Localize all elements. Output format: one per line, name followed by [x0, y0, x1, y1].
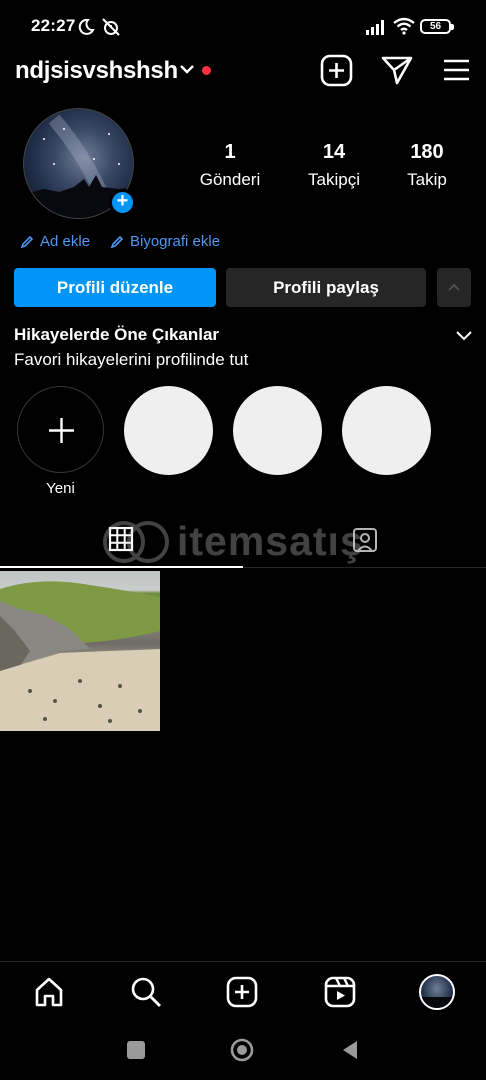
active-tab-indicator	[0, 566, 243, 568]
discover-people-button[interactable]	[437, 268, 471, 307]
highlight-placeholder	[233, 386, 322, 475]
chevron-up-icon	[448, 283, 460, 291]
highlights-subtitle: Favori hikayelerini profilinde tut	[14, 350, 249, 369]
search-icon[interactable]	[130, 976, 162, 1008]
watermark-logo	[103, 520, 169, 563]
reels-icon[interactable]	[324, 976, 356, 1008]
battery-icon: 56	[420, 19, 454, 34]
stat-label: Takip	[407, 170, 447, 189]
battery-level: 56	[429, 21, 442, 32]
profile-tab-avatar[interactable]	[419, 974, 455, 1010]
home-button-icon[interactable]	[230, 1038, 254, 1062]
watermark-text: itemsatış	[177, 518, 364, 564]
signal-icon	[366, 20, 384, 35]
highlights-title: Hikayelerde Öne Çıkanlar	[14, 325, 220, 344]
bottom-nav-divider	[0, 961, 486, 962]
status-time: 22:27	[31, 16, 76, 35]
stat-followers[interactable]: 14 Takipçi	[289, 141, 379, 190]
chevron-down-icon[interactable]	[455, 329, 473, 341]
do-not-disturb-moon-icon	[78, 18, 95, 35]
username[interactable]: ndjsisvshshsh	[15, 57, 178, 85]
notification-dot	[202, 66, 211, 75]
beach-photo	[0, 581, 160, 731]
new-post-icon[interactable]	[226, 976, 258, 1008]
wifi-icon	[393, 17, 415, 35]
stat-label: Takipçi	[308, 170, 360, 189]
muted-alarm-icon	[102, 18, 120, 36]
post-thumbnail[interactable]	[0, 571, 160, 731]
create-post-icon[interactable]	[320, 54, 353, 87]
stat-value: 180	[410, 141, 444, 163]
new-highlight-label: Yeni	[46, 480, 75, 497]
recent-apps-icon[interactable]	[127, 1041, 145, 1059]
chevron-down-icon[interactable]	[179, 63, 195, 75]
add-name-link[interactable]: Ad ekle	[19, 233, 90, 250]
stat-label: Gönderi	[199, 170, 261, 189]
plus-icon	[49, 418, 74, 443]
back-icon[interactable]	[340, 1040, 360, 1060]
stat-posts[interactable]: 1 Gönderi	[185, 141, 275, 190]
add-bio-label: Biyografi ekle	[130, 233, 221, 250]
stat-value: 1	[224, 141, 236, 163]
highlight-placeholder	[342, 386, 431, 475]
edit-profile-button[interactable]: Profili düzenle	[14, 268, 216, 307]
direct-message-icon[interactable]	[381, 55, 413, 85]
add-name-label: Ad ekle	[40, 233, 91, 250]
add-bio-link[interactable]: Biyografi ekle	[109, 233, 220, 250]
avatar-ground	[421, 996, 453, 1008]
stat-following[interactable]: 180 Takip	[382, 141, 472, 190]
watermark: itemsatış	[103, 518, 364, 565]
new-highlight-button[interactable]	[17, 386, 104, 473]
pencil-icon	[110, 235, 124, 248]
share-profile-button[interactable]: Profili paylaş	[226, 268, 426, 307]
add-story-plus-icon[interactable]: +	[109, 189, 136, 216]
highlight-placeholder	[124, 386, 213, 475]
stat-value: 14	[322, 141, 346, 163]
pencil-icon	[20, 235, 34, 248]
home-icon[interactable]	[33, 976, 65, 1008]
menu-icon[interactable]	[443, 58, 470, 82]
